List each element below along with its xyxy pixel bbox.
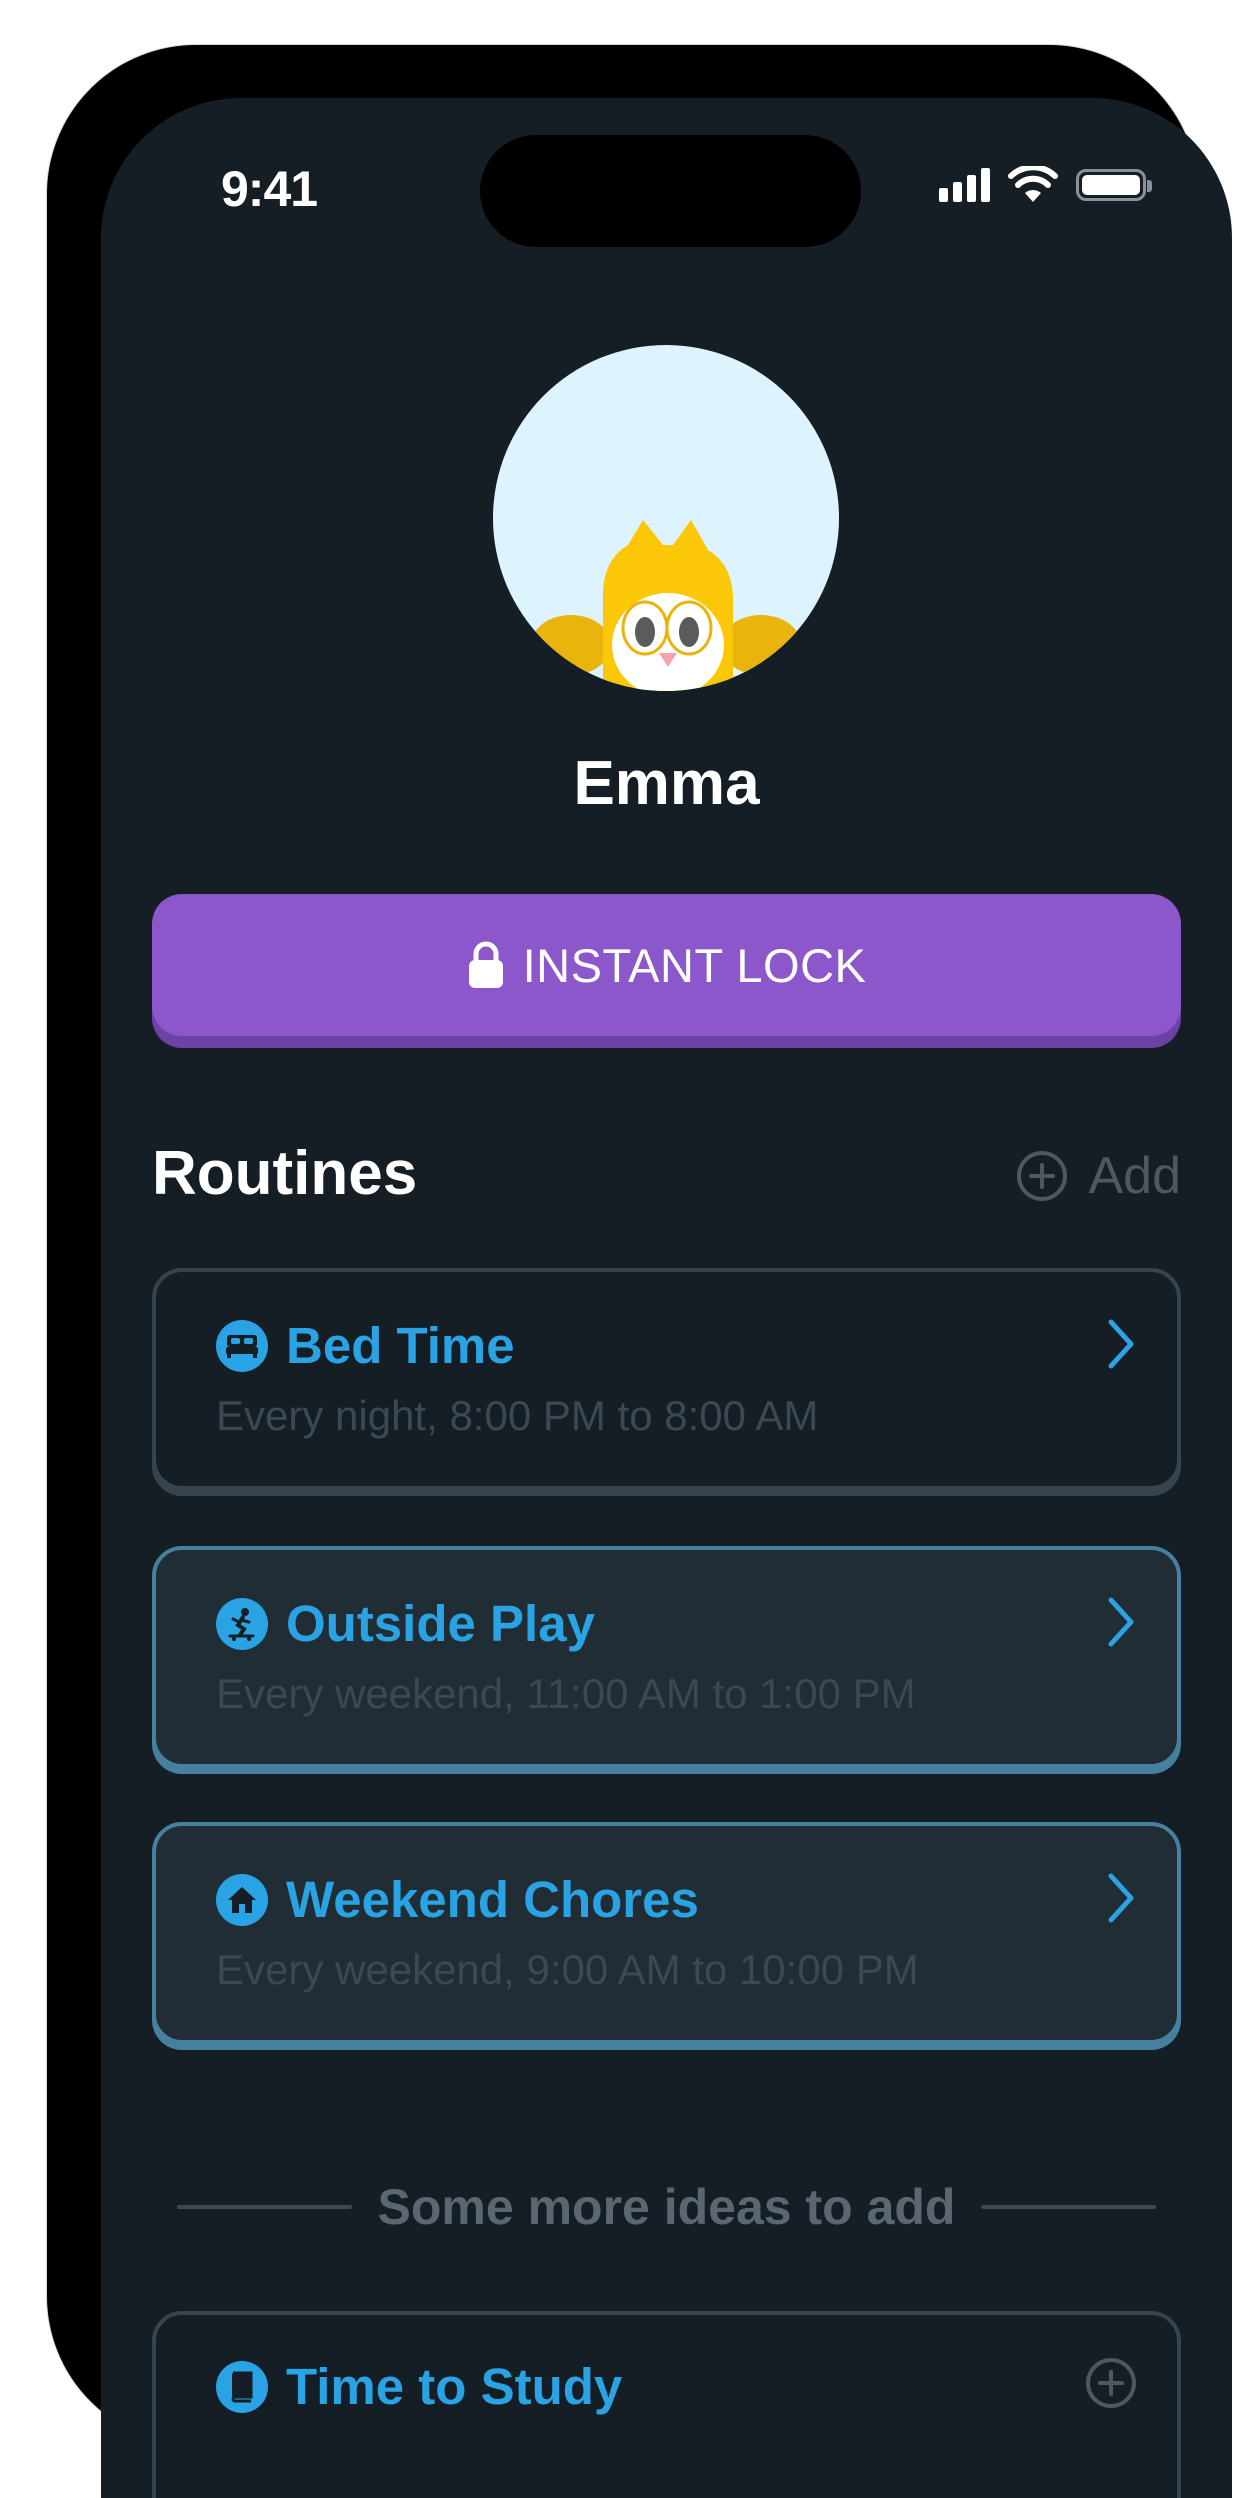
book-icon [216, 2360, 268, 2413]
home-icon [216, 1873, 268, 1926]
cat-mascot-icon [531, 520, 801, 691]
status-icons [939, 166, 1152, 204]
profile-name: Emma [573, 749, 760, 818]
routine-card-weekend-chores[interactable]: Weekend Chores Every weekend, 9:00 AM to… [152, 1822, 1181, 2044]
routine-title: Outside Play [286, 1595, 595, 1652]
routine-schedule: Every night, 8:00 PM to 8:00 AM [216, 1392, 819, 1439]
divider-line [177, 2205, 352, 2209]
add-routine-button[interactable]: Add [1016, 1146, 1181, 1206]
routine-card-outside-play[interactable]: Outside Play Every weekend, 11:00 AM to … [152, 1546, 1181, 1768]
bed-icon [216, 1319, 268, 1372]
routine-card-header: Weekend Chores [216, 1870, 699, 1929]
cellular-signal-icon [939, 168, 990, 202]
ideas-divider: Some more ideas to add [177, 2178, 1156, 2236]
routine-card-header: Outside Play [216, 1594, 595, 1653]
skateboard-icon [216, 1597, 268, 1650]
divider-line [981, 2205, 1156, 2209]
status-time: 9:41 [221, 161, 318, 217]
routine-card-bed-time[interactable]: Bed Time Every night, 8:00 PM to 8:00 AM [152, 1268, 1181, 1490]
battery-icon [1076, 169, 1152, 201]
phone-frame: 9:41 Emma INSTANT LOCK Routines Add Bed … [46, 44, 1232, 2498]
routine-schedule: Every weekend, 11:00 AM to 1:00 PM [216, 1670, 916, 1717]
ideas-divider-label: Some more ideas to add [377, 2179, 956, 2235]
routine-schedule: Every weekend, 9:00 AM to 10:00 PM [216, 1946, 919, 1993]
instant-lock-label: INSTANT LOCK [522, 938, 867, 992]
routine-title: Weekend Chores [286, 1871, 699, 1928]
wifi-icon [1008, 166, 1058, 202]
routine-card-header: Bed Time [216, 1316, 515, 1375]
routine-title: Bed Time [286, 1317, 515, 1374]
lock-icon [468, 941, 503, 988]
plus-circle-icon [1017, 1151, 1068, 1201]
add-routine-label: Add [1088, 1147, 1181, 1205]
idea-card-time-to-study[interactable]: Time to Study [152, 2311, 1181, 2498]
avatar[interactable] [493, 345, 839, 691]
chevron-right-icon [1108, 1319, 1134, 1369]
instant-lock-button[interactable]: INSTANT LOCK [152, 894, 1181, 1036]
routines-heading: Routines [152, 1139, 418, 1208]
idea-card-header: Time to Study [216, 2357, 622, 2416]
dynamic-island [480, 135, 861, 247]
app-screen: 9:41 Emma INSTANT LOCK Routines Add Bed … [101, 98, 1232, 2498]
idea-title: Time to Study [286, 2358, 623, 2415]
chevron-right-icon [1108, 1873, 1134, 1923]
chevron-right-icon [1108, 1597, 1134, 1647]
plus-circle-icon[interactable] [1085, 2357, 1137, 2409]
